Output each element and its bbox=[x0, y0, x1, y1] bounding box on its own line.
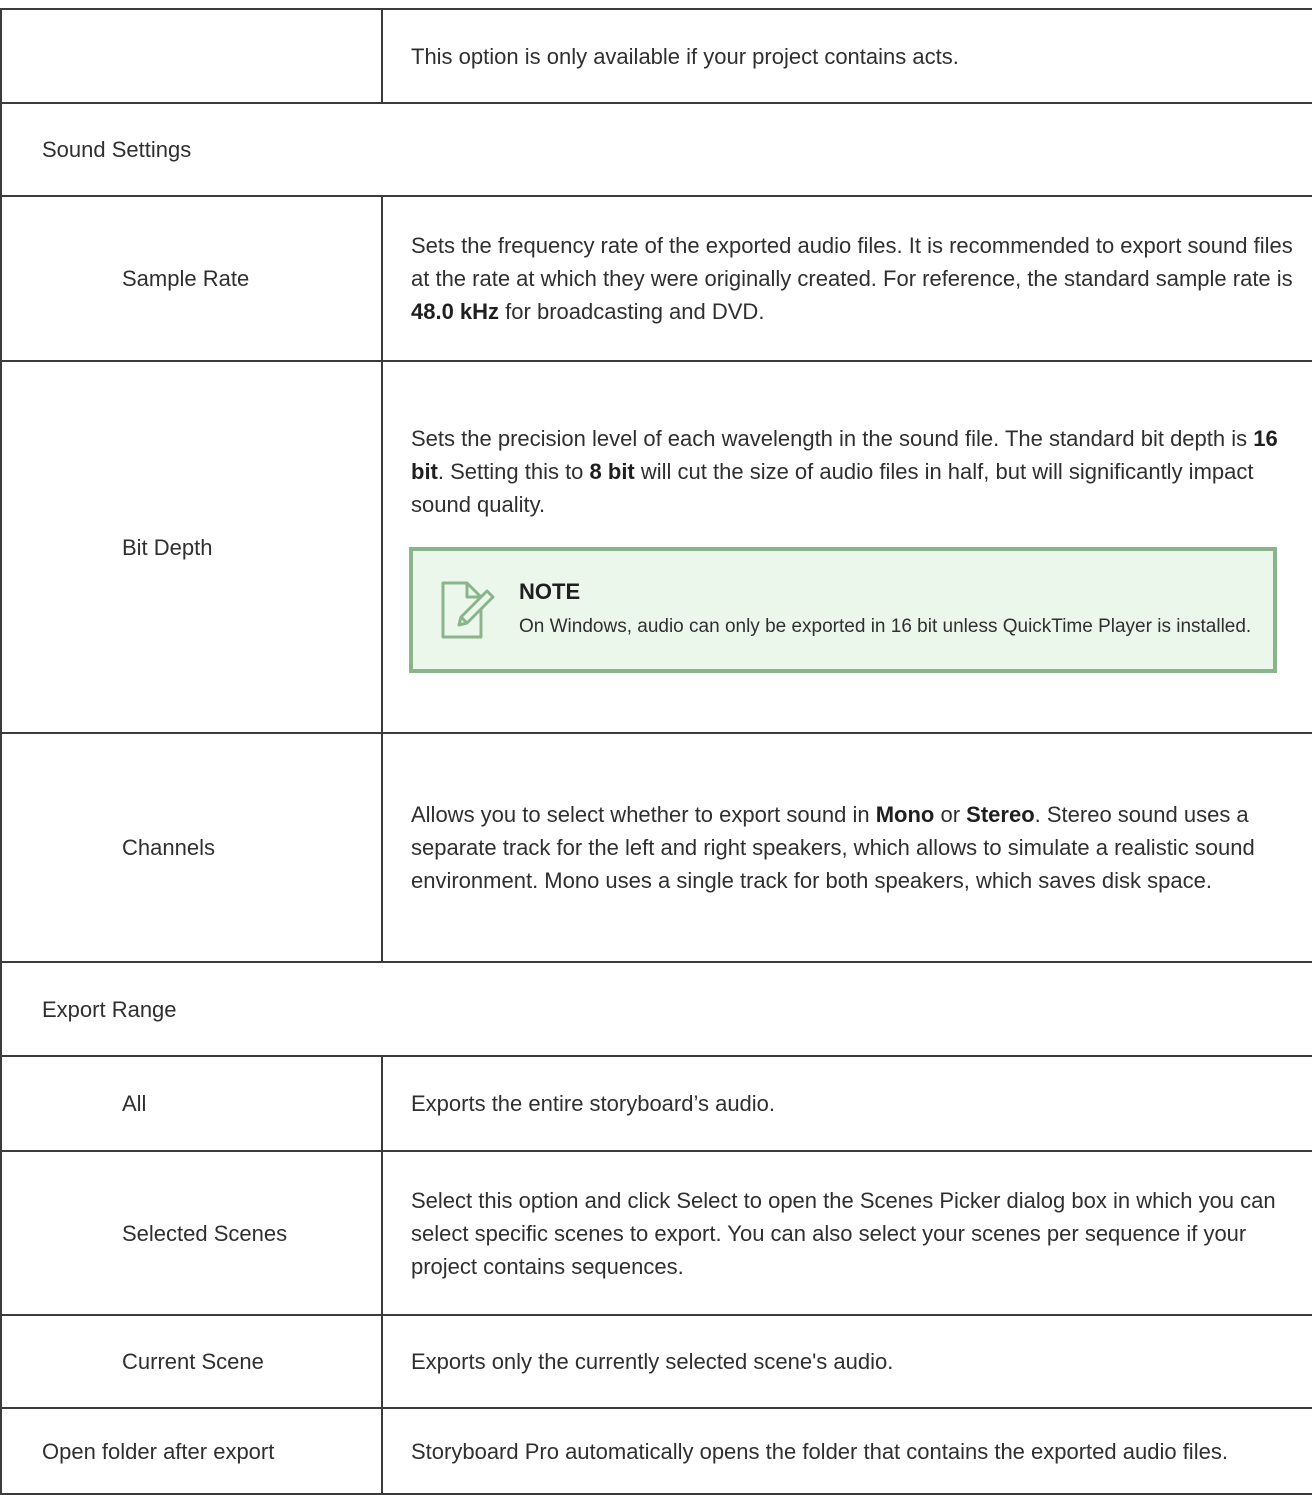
section-row-export-range: Export Range bbox=[0, 961, 1312, 1057]
table-row-all: All Exports the entire storyboard’s audi… bbox=[0, 1055, 1312, 1152]
bold-value: Stereo bbox=[966, 802, 1035, 827]
option-name: Selected Scenes bbox=[0, 1150, 383, 1316]
description-text: Exports the entire storyboard’s audio. bbox=[411, 1091, 776, 1116]
table-row-channels: Channels Allows you to select whether to… bbox=[0, 732, 1312, 963]
description-text: This option is only available if your pr… bbox=[411, 43, 959, 69]
option-name: All bbox=[0, 1055, 383, 1152]
table-row-current-scene: Current Scene Exports only the currently… bbox=[0, 1314, 1312, 1409]
option-description: Select this option and click Select to o… bbox=[381, 1150, 1312, 1316]
description-text: Sets the frequency rate of the exported … bbox=[411, 233, 1293, 324]
table-row-selected-scenes: Selected Scenes Select this option and c… bbox=[0, 1150, 1312, 1316]
option-name: Open folder after export bbox=[0, 1407, 383, 1495]
option-description: Exports only the currently selected scen… bbox=[381, 1314, 1312, 1409]
table-row-open-folder: Open folder after export Storyboard Pro … bbox=[0, 1407, 1312, 1495]
options-table: This option is only available if your pr… bbox=[0, 8, 1312, 1495]
option-description: Storyboard Pro automatically opens the f… bbox=[381, 1407, 1312, 1495]
note-title: NOTE bbox=[519, 578, 581, 604]
bold-value: 48.0 kHz bbox=[411, 299, 500, 324]
description-text: Sets the precision level of each wavelen… bbox=[411, 425, 1278, 517]
table-row-bit-depth: Bit Depth Sets the precision level of ea… bbox=[0, 360, 1312, 734]
section-row-sound-settings: Sound Settings bbox=[0, 102, 1312, 197]
option-description: Sets the frequency rate of the exported … bbox=[381, 195, 1312, 362]
note-box: NOTE On Windows, audio can only be expor… bbox=[409, 546, 1277, 673]
bold-value: Mono bbox=[875, 802, 935, 827]
table-row-sample-rate: Sample Rate Sets the frequency rate of t… bbox=[0, 195, 1312, 362]
description-text: Select this option and click Select to o… bbox=[411, 1187, 1276, 1279]
section-header: Sound Settings bbox=[0, 102, 1312, 197]
option-name: Current Scene bbox=[0, 1314, 383, 1409]
note-edit-icon bbox=[439, 577, 497, 643]
bold-value: 8 bit bbox=[589, 458, 635, 484]
note-body: NOTE On Windows, audio can only be expor… bbox=[519, 577, 1253, 643]
table-row-acts: This option is only available if your pr… bbox=[0, 8, 1312, 104]
option-description: Exports the entire storyboard’s audio. bbox=[381, 1055, 1312, 1152]
description-text: Exports only the currently selected scen… bbox=[411, 1349, 894, 1374]
option-name: Sample Rate bbox=[0, 195, 383, 362]
option-name: Bit Depth bbox=[0, 360, 383, 734]
option-name bbox=[0, 8, 383, 104]
section-header: Export Range bbox=[0, 961, 1312, 1057]
option-description: This option is only available if your pr… bbox=[381, 8, 1312, 104]
option-description: Sets the precision level of each wavelen… bbox=[381, 360, 1312, 734]
description-text: Storyboard Pro automatically opens the f… bbox=[411, 1438, 1228, 1464]
description-text: Allows you to select whether to export s… bbox=[411, 802, 1255, 893]
option-description: Allows you to select whether to export s… bbox=[381, 732, 1312, 963]
option-name: Channels bbox=[0, 732, 383, 963]
note-text: On Windows, audio can only be exported i… bbox=[519, 615, 1252, 637]
